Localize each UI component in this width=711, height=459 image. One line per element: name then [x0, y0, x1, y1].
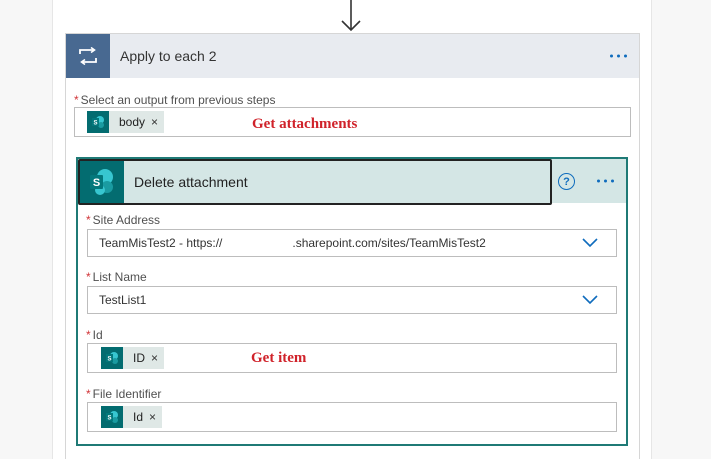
remove-token-icon[interactable]: ×: [151, 115, 158, 129]
svg-text:S: S: [93, 121, 97, 127]
apply-to-each-more-options-icon[interactable]: [610, 54, 627, 58]
list-name-label: * List Name: [86, 270, 147, 284]
delete-attachment-more-options-icon[interactable]: [597, 179, 614, 183]
id-token[interactable]: S ID ×: [101, 347, 165, 369]
remove-token-icon[interactable]: ×: [149, 410, 156, 424]
site-address-value: TeamMisTest2 - https://.sharepoint.com/s…: [99, 236, 486, 250]
select-output-input[interactable]: S body × Get attachments: [74, 107, 631, 137]
loop-icon: [66, 34, 110, 78]
site-address-dropdown[interactable]: TeamMisTest2 - https://.sharepoint.com/s…: [87, 229, 617, 257]
delete-attachment-card: S Delete attachment ? * Site Address Team…: [76, 157, 628, 446]
annotation-get-attachments: Get attachments: [252, 116, 358, 132]
sharepoint-icon: S: [101, 406, 123, 428]
chevron-down-icon: [582, 238, 598, 248]
annotation-get-item: Get item: [251, 350, 307, 366]
file-identifier-input[interactable]: S Id ×: [87, 402, 617, 432]
file-id-token[interactable]: S Id ×: [101, 406, 163, 428]
help-icon[interactable]: ?: [558, 173, 575, 190]
file-identifier-label: * File Identifier: [86, 387, 162, 401]
sharepoint-icon: S: [80, 161, 124, 203]
connector-arrow-icon: [341, 0, 361, 32]
sharepoint-icon: S: [101, 347, 123, 369]
svg-text:S: S: [107, 416, 111, 422]
list-name-dropdown[interactable]: TestList1: [87, 286, 617, 314]
apply-to-each-title: Apply to each 2: [120, 48, 217, 64]
chevron-down-icon: [582, 295, 598, 305]
id-label: * Id: [86, 328, 103, 342]
delete-attachment-title: Delete attachment: [134, 174, 248, 190]
select-output-label: * Select an output from previous steps: [74, 93, 276, 107]
remove-token-icon[interactable]: ×: [151, 351, 158, 365]
sharepoint-icon: S: [87, 111, 109, 133]
svg-text:S: S: [93, 177, 100, 189]
delete-attachment-header[interactable]: S Delete attachment: [78, 159, 552, 205]
apply-to-each-header[interactable]: Apply to each 2: [66, 34, 639, 78]
body-token[interactable]: S body ×: [87, 111, 165, 133]
site-address-label: * Site Address: [86, 213, 161, 227]
id-input[interactable]: S ID × Get item: [87, 343, 617, 373]
list-name-value: TestList1: [99, 293, 147, 307]
svg-text:S: S: [107, 357, 111, 363]
